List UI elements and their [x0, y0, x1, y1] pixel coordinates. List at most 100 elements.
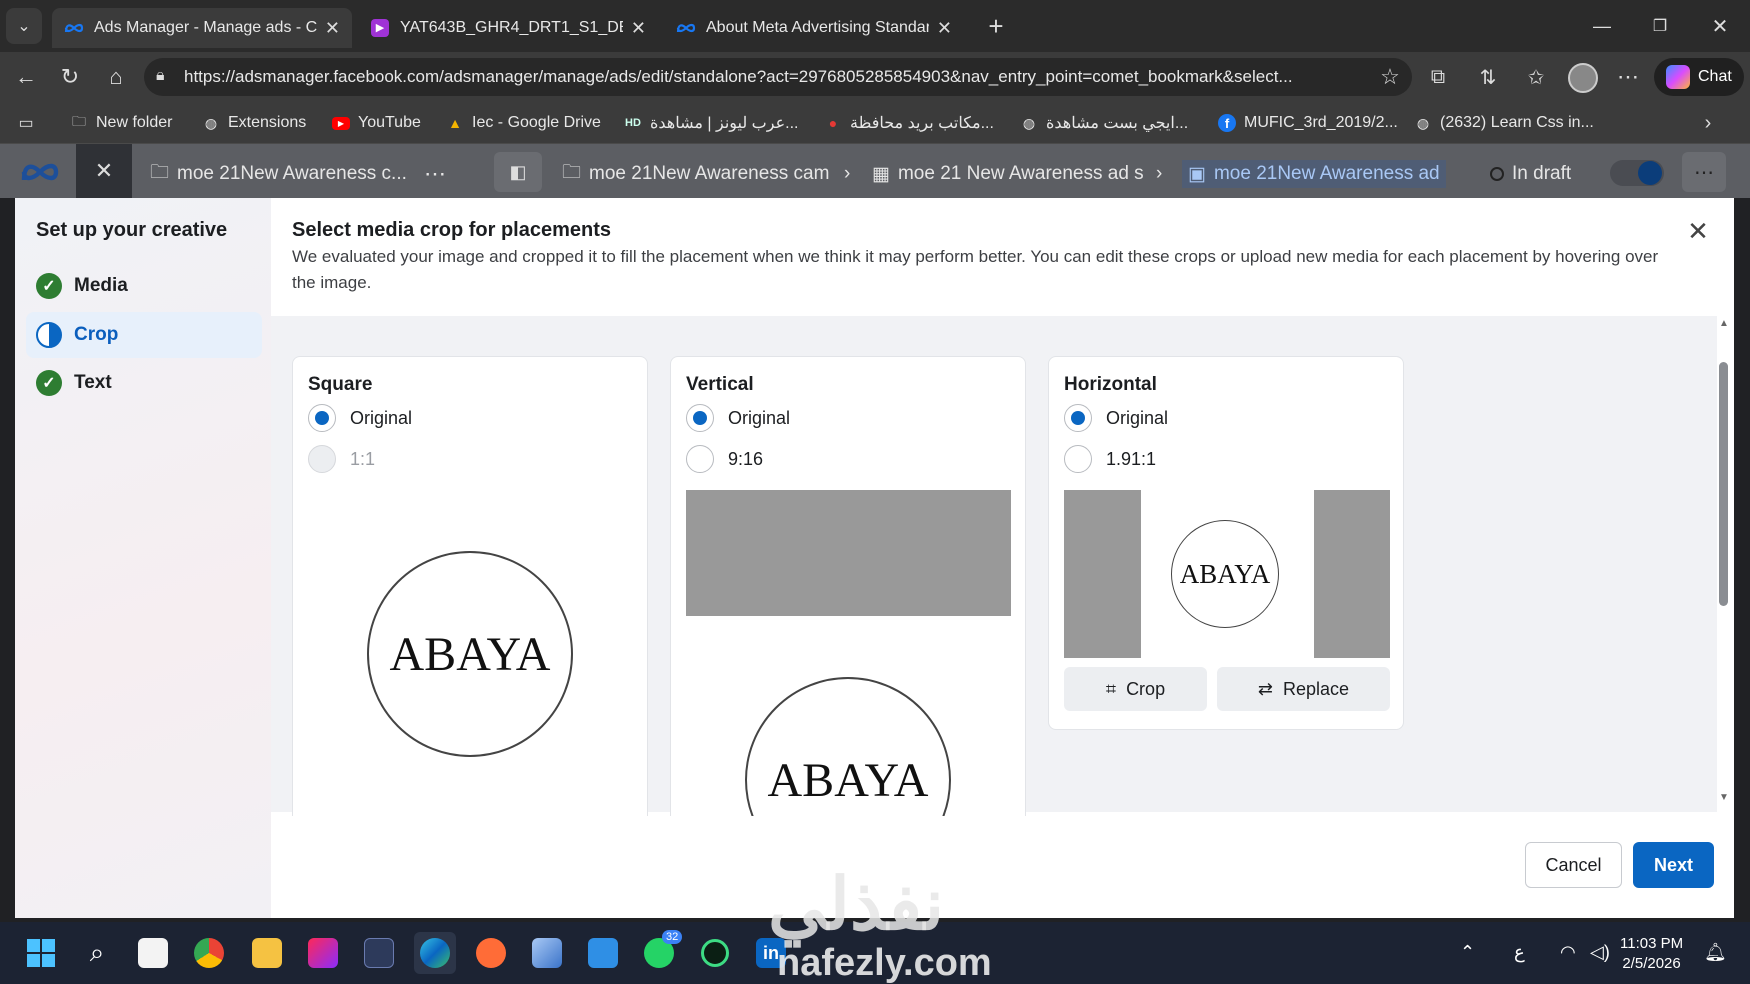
- virtualbox-icon[interactable]: [526, 932, 568, 974]
- system-clock[interactable]: 11:03 PM 2/5/2026: [1620, 934, 1683, 974]
- bookmark-mufic[interactable]: f MUFIC_3rd_2019/2...: [1218, 110, 1398, 136]
- step-crop[interactable]: Crop: [26, 312, 262, 358]
- copilot-chat-button[interactable]: Chat: [1654, 58, 1744, 96]
- home-icon[interactable]: ⌂: [98, 59, 134, 95]
- favorites-icon[interactable]: ✩: [1518, 59, 1554, 95]
- close-icon[interactable]: ✕: [631, 18, 646, 39]
- store-icon[interactable]: [132, 932, 174, 974]
- step-label: Media: [74, 275, 128, 296]
- app-icon[interactable]: [582, 932, 624, 974]
- file-explorer-icon[interactable]: [246, 932, 288, 974]
- campaign-selector[interactable]: 🗀 moe 21New Awareness c...: [150, 160, 450, 188]
- search-icon[interactable]: ⌕: [76, 932, 118, 974]
- bookmark-egypt-post[interactable]: ● مكاتب بريد محافظة...: [824, 110, 994, 136]
- swap-icon: ⇄: [1257, 678, 1274, 699]
- crop-button[interactable]: ⌗ Crop: [1064, 667, 1207, 711]
- radio-original[interactable]: [686, 404, 714, 432]
- globe-icon: ◍: [1022, 114, 1036, 131]
- watermark-arabic: نفذلي: [768, 865, 945, 945]
- refresh-icon[interactable]: ↻: [52, 59, 88, 95]
- edge-icon[interactable]: [414, 932, 456, 974]
- vertical-card: Vertical Original 9:16 ABAYA: [670, 356, 1026, 816]
- chevron-right-icon[interactable]: ›: [1690, 105, 1726, 141]
- vscode-icon[interactable]: [358, 932, 400, 974]
- radio-1-91-1[interactable]: [1064, 445, 1092, 473]
- step-text[interactable]: ✓ Text: [26, 360, 262, 406]
- close-icon[interactable]: ✕: [325, 18, 340, 39]
- scrollbar-thumb[interactable]: [1719, 362, 1728, 606]
- campaign-name: moe 21New Awareness c...: [177, 163, 407, 184]
- bookmark-youtube[interactable]: ▶ YouTube: [332, 110, 421, 136]
- scroll-down-icon[interactable]: ▼: [1719, 792, 1729, 803]
- logo-text: ABAYA: [389, 627, 551, 681]
- breadcrumb-ad[interactable]: ▣ moe 21New Awareness ad: [1182, 160, 1446, 188]
- folder-icon: 🗀: [72, 113, 86, 129]
- chrome-icon[interactable]: [188, 932, 230, 974]
- tab-meta-standards[interactable]: About Meta Advertising Standards ✕: [664, 8, 964, 48]
- postman-icon[interactable]: [470, 932, 512, 974]
- abaya-logo-image[interactable]: ABAYA: [745, 677, 951, 816]
- clock-time: 11:03 PM: [1620, 935, 1684, 952]
- replace-button[interactable]: ⇄ Replace: [1217, 667, 1390, 711]
- radio-original[interactable]: [1064, 404, 1092, 432]
- publish-toggle[interactable]: [1610, 160, 1664, 186]
- extensions-icon[interactable]: ⧉: [1420, 59, 1456, 95]
- address-bar[interactable]: 🔒︎ https://adsmanager.facebook.com/adsma…: [144, 58, 1412, 96]
- collections-icon[interactable]: ▭: [8, 105, 44, 141]
- window-close-icon[interactable]: ✕: [1702, 8, 1738, 44]
- favorite-star-icon[interactable]: ☆: [1372, 59, 1408, 95]
- vertical-crop-padding: [686, 490, 1011, 616]
- more-actions-icon[interactable]: ⋯: [1682, 152, 1726, 192]
- sync-icon[interactable]: ⇅: [1470, 59, 1506, 95]
- bookmark-egybest[interactable]: ◍ ايجي بست مشاهدة...: [1020, 110, 1188, 136]
- bookmark-new-folder[interactable]: 🗀 New folder: [70, 110, 172, 136]
- logo-text: ABAYA: [767, 753, 929, 807]
- breadcrumb-label: moe 21 New Awareness ad s: [897, 163, 1144, 184]
- breadcrumb-campaign[interactable]: 🗀 moe 21New Awareness cam: [562, 160, 829, 188]
- radio-9-16[interactable]: [686, 445, 714, 473]
- whatsapp-icon[interactable]: 32: [638, 930, 683, 974]
- close-icon[interactable]: ✕: [1683, 216, 1713, 246]
- replace-label: Replace: [1283, 678, 1350, 699]
- next-button[interactable]: Next: [1633, 842, 1714, 888]
- radio-label: 9:16: [728, 449, 764, 469]
- restore-icon[interactable]: ❐: [1642, 8, 1678, 44]
- cancel-button[interactable]: Cancel: [1525, 842, 1622, 888]
- bookmark-extensions[interactable]: ◍ Extensions: [202, 110, 306, 136]
- windows-start-icon[interactable]: [20, 932, 62, 974]
- status-badge: In draft: [1490, 160, 1571, 188]
- wifi-icon[interactable]: ◠: [1560, 942, 1576, 963]
- status-text: In draft: [1512, 163, 1572, 184]
- half-circle-icon: [36, 322, 62, 348]
- close-editor-icon[interactable]: ✕: [76, 144, 132, 198]
- abaya-logo-image[interactable]: ABAYA: [1171, 520, 1279, 628]
- radio-original[interactable]: [308, 404, 336, 432]
- abaya-logo-image[interactable]: ABAYA: [367, 551, 573, 757]
- breadcrumb-ad-set[interactable]: ▦ moe 21 New Awareness ad s: [872, 160, 1144, 188]
- tab-ads-manager[interactable]: Ads Manager - Manage ads - Cam ✕: [52, 8, 352, 48]
- intellij-icon[interactable]: [302, 932, 344, 974]
- bookmark-google-drive[interactable]: ▲ Iec - Google Drive: [446, 110, 601, 136]
- back-icon[interactable]: ←: [8, 59, 44, 95]
- dialog-scrollbar[interactable]: ▲ ▼: [1716, 318, 1730, 808]
- chevron-right-icon: ›: [844, 163, 851, 184]
- step-media[interactable]: ✓ Media: [26, 263, 262, 309]
- bookmark-learn-css[interactable]: ◍ (2632) Learn Css in...: [1414, 110, 1594, 136]
- more-options-icon[interactable]: ⋯: [424, 160, 446, 188]
- more-menu-icon[interactable]: ⋯: [1610, 59, 1646, 95]
- profile-avatar[interactable]: [1568, 63, 1598, 93]
- volume-icon[interactable]: ◁): [1590, 942, 1610, 963]
- sidebar-toggle-icon[interactable]: ◧: [494, 152, 542, 192]
- bookmark-arab-lions[interactable]: HD عرب ليونز | مشاهدة...: [624, 110, 798, 136]
- tray-chevron-up-icon[interactable]: ⌃: [1460, 942, 1475, 963]
- tab-video[interactable]: ▶ YAT643B_GHR4_DRT1_S1_DEPI4_D ✕: [358, 8, 658, 48]
- new-tab-plus-icon[interactable]: +: [978, 8, 1014, 44]
- android-studio-icon[interactable]: [694, 932, 736, 974]
- input-language[interactable]: ع: [1514, 942, 1525, 963]
- close-icon[interactable]: ✕: [937, 18, 952, 39]
- minimize-icon[interactable]: —: [1584, 8, 1620, 44]
- meta-logo-icon[interactable]: [20, 160, 60, 189]
- notifications-icon[interactable]: 🔔︎: [1704, 942, 1727, 963]
- tab-actions-chevron-icon[interactable]: ⌄: [6, 8, 42, 44]
- scroll-up-icon[interactable]: ▲: [1719, 318, 1729, 329]
